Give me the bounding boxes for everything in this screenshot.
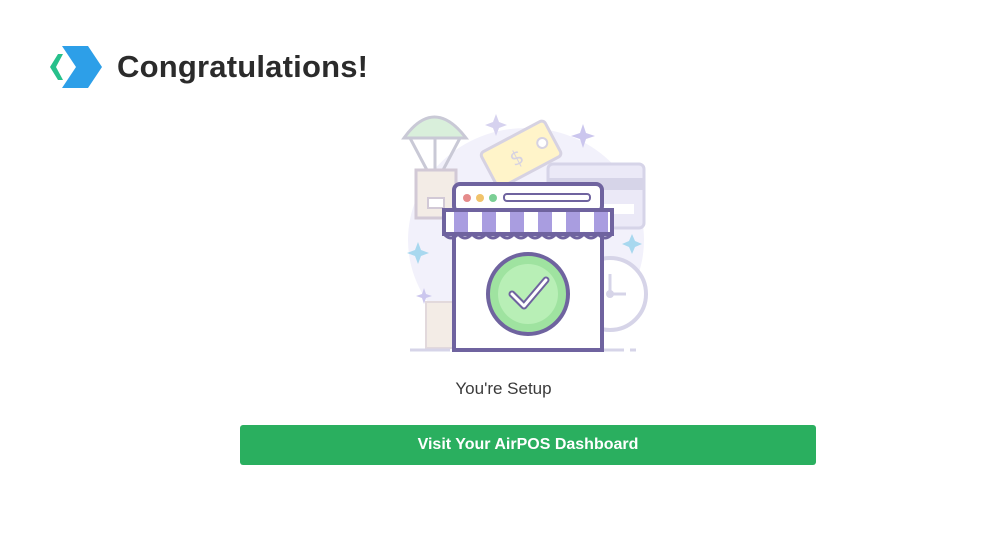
storefront-checkmark-illustration: $ [401, 114, 648, 352]
setup-status-text: You're Setup [455, 379, 552, 398]
visit-dashboard-button[interactable]: Visit Your AirPOS Dashboard [240, 425, 816, 465]
page-title: Congratulations! [117, 49, 369, 84]
header: Congratulations! [48, 42, 368, 92]
airpos-logo-icon [50, 46, 102, 88]
setup-complete-page: Congratulations! $ You're Setup Visit Yo… [0, 0, 1007, 558]
storefront-icon [442, 182, 614, 352]
